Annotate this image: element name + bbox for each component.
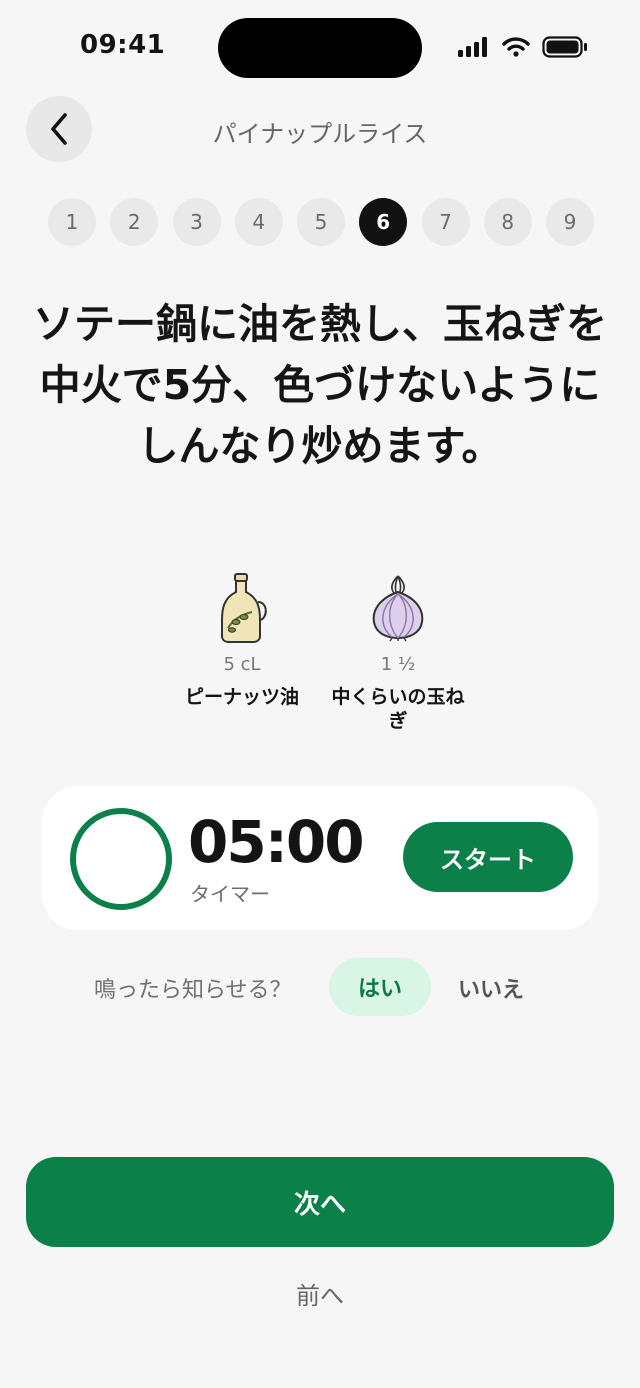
next-button[interactable]: 次へ (26, 1157, 614, 1247)
step-6-current[interactable]: 6 (359, 198, 408, 246)
previous-link[interactable]: 前へ (0, 1276, 640, 1311)
timer-value: 05:00 (188, 808, 365, 876)
timer-start-button[interactable]: スタート (403, 822, 573, 892)
nav-bar: パイナップルライス (0, 96, 640, 166)
status-icons (458, 36, 588, 58)
step-2[interactable]: 2 (110, 198, 159, 246)
ingredient-quantity: 1 ½ (380, 654, 416, 675)
step-instruction: ソテー鍋に油を熱し、玉ねぎを中火で5分、色づけないようにしんなり炒めます。 (33, 300, 607, 470)
ingredient-item: 1 ½ 中くらいの玉ねぎ (326, 570, 470, 733)
cellular-signal-icon (458, 37, 487, 57)
step-1[interactable]: 1 (48, 198, 96, 246)
step-indicator: 1 2 3 4 5 6 7 8 9 (48, 198, 594, 246)
step-5[interactable]: 5 (297, 198, 345, 246)
ingredient-name: 中くらいの玉ねぎ (331, 686, 465, 732)
ingredient-name: ピーナッツ油 (184, 686, 299, 708)
status-time: 09:41 (80, 30, 166, 60)
notify-row: 鳴ったら知らせる？ はい いいえ (0, 958, 640, 1018)
onion-icon (363, 570, 433, 646)
ingredient-item: 5 cL ピーナッツ油 (170, 570, 314, 733)
oil-bottle-icon (207, 570, 277, 646)
notify-question: 鳴ったら知らせる？ (94, 978, 292, 1003)
dynamic-island (218, 18, 422, 78)
step-4[interactable]: 4 (234, 198, 283, 246)
step-3[interactable]: 3 (172, 198, 221, 246)
ingredient-quantity: 5 cL (223, 654, 261, 675)
step-8[interactable]: 8 (483, 198, 532, 246)
timer-label: タイマー (190, 882, 270, 906)
status-bar: 09:41 (0, 0, 640, 96)
recipe-title: パイナップルライス (212, 120, 428, 148)
step-7[interactable]: 7 (421, 198, 470, 246)
notify-no-button[interactable]: いいえ (458, 972, 524, 1004)
ingredient-list: 5 cL ピーナッツ油 1 ½ 中くらいの玉ねぎ (170, 570, 470, 733)
timer-card: 05:00 タイマー スタート (42, 786, 598, 930)
notify-yes-button[interactable]: はい (329, 958, 431, 1016)
step-9[interactable]: 9 (546, 198, 594, 246)
battery-icon (542, 36, 587, 58)
timer-progress-ring (70, 808, 172, 910)
wifi-icon (502, 37, 530, 57)
